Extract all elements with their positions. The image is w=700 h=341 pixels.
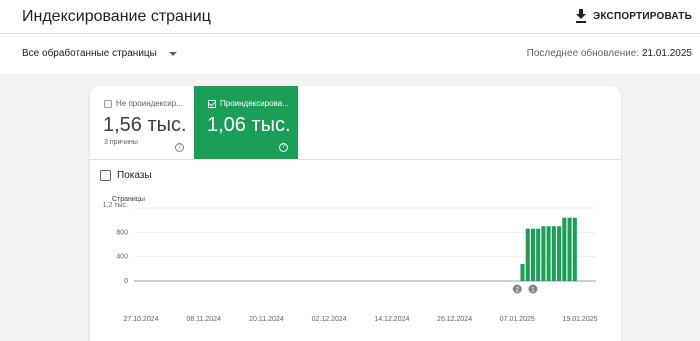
help-icon[interactable]: ?: [175, 143, 184, 152]
x-tick-label: 27.10.2024: [123, 316, 158, 323]
export-button[interactable]: ЭКСПОРТИРОВАТЬ: [575, 9, 692, 23]
checkbox-icon[interactable]: [104, 99, 112, 108]
not-indexed-tile[interactable]: Не проиндексир... 1,56 тыс. 3 причины ?: [90, 86, 194, 159]
annotation-label: 2: [515, 287, 519, 294]
tile-value: 1,56 тыс.: [103, 114, 187, 136]
x-tick-label: 02.12.2024: [312, 316, 347, 323]
last-update-date: 21.01.2025: [641, 48, 692, 59]
download-icon: [576, 9, 587, 23]
bar: [536, 228, 541, 281]
x-tick-label: 19.01.2025: [562, 316, 597, 323]
filter-selected-value: Все обработанные страницы: [22, 48, 157, 59]
indexed-tile[interactable]: Проиндексирова... 1,06 тыс. ?: [194, 86, 298, 159]
indexed-pages-chart: Страницы1,2 тыс.800400027.10.2024 08.11.2…: [103, 196, 598, 323]
tile-label: Не проиндексир...: [116, 99, 183, 108]
caret-down-icon: [168, 51, 177, 56]
checkbox-checked-icon[interactable]: [208, 99, 216, 108]
bar: [541, 226, 546, 281]
bar: [562, 217, 567, 281]
x-tick-label: 14.12.2024: [374, 316, 409, 323]
last-update: Последнее обновление: 21.01.2025: [527, 48, 692, 59]
tile-label: Проиндексирова...: [220, 99, 289, 108]
page-header: Индексирование страниц ЭКСПОРТИРОВАТЬ: [0, 0, 700, 34]
impressions-toggle[interactable]: Показы: [100, 170, 152, 181]
y-tick-label: 400: [116, 254, 128, 261]
x-tick-label: 20.11.2024: [249, 316, 284, 323]
bar: [567, 217, 572, 281]
filter-bar: Все обработанные страницы Последнее обно…: [0, 34, 700, 74]
bar: [551, 226, 556, 281]
export-label: ЭКСПОРТИРОВАТЬ: [593, 10, 692, 22]
pages-filter-dropdown[interactable]: Все обработанные страницы: [22, 48, 177, 59]
checkbox-icon: [100, 170, 111, 181]
tile-sub: 3 причины: [104, 139, 138, 146]
bar: [572, 217, 577, 281]
y-tick-label: 800: [116, 229, 128, 236]
divider: [90, 159, 621, 160]
y-tick-label: 1,2 тыс.: [103, 202, 128, 209]
bar: [557, 226, 562, 281]
annotation-label: 1: [531, 287, 535, 294]
bar: [530, 228, 536, 281]
bar: [525, 228, 530, 281]
report-card: Не проиндексир... 1,56 тыс. 3 причины ? …: [90, 86, 621, 341]
help-icon[interactable]: ?: [279, 143, 288, 152]
x-tick-label: 07.01.2025: [500, 316, 535, 323]
x-tick-label: 08.11.2024: [186, 316, 221, 323]
bar: [520, 263, 525, 281]
bar: [546, 226, 551, 281]
page-title: Индексирование страниц: [22, 8, 211, 25]
x-tick-label: 26.12.2024: [437, 316, 472, 323]
tile-value: 1,06 тыс.: [207, 114, 291, 136]
impressions-label: Показы: [117, 170, 152, 181]
last-update-label: Последнее обновление:: [526, 48, 640, 59]
y-tick-label: 0: [124, 278, 128, 285]
